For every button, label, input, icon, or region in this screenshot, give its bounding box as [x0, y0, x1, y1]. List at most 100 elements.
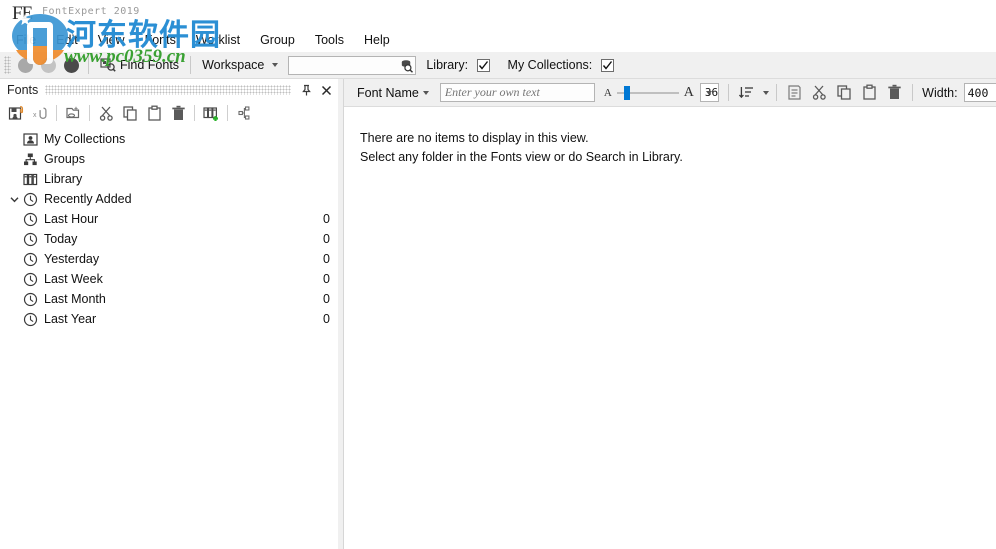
tree-item-label: Last Month	[44, 292, 106, 306]
delete-icon[interactable]	[884, 82, 905, 103]
fonts-panel: Fonts x My Collections Groups Library Re…	[0, 79, 338, 549]
tree-item-last-year[interactable]: Last Year 0	[0, 309, 338, 329]
fonts-tree[interactable]: My Collections Groups Library Recently A…	[0, 125, 338, 329]
properties-icon[interactable]	[784, 82, 805, 103]
tree-expander[interactable]	[6, 171, 22, 187]
panel-drag-area[interactable]	[45, 85, 291, 95]
menu-item-help[interactable]: Help	[354, 30, 400, 50]
font-name-dropdown[interactable]: Font Name	[354, 84, 432, 102]
chevron-down-icon[interactable]	[272, 63, 279, 67]
clock-icon	[22, 251, 38, 267]
clock-icon	[22, 291, 38, 307]
tree-item-count: 0	[323, 252, 330, 266]
remove-link-icon[interactable]: x	[30, 103, 50, 123]
preview-toolbar: Font Name A A 36	[344, 79, 996, 107]
tree-item-library[interactable]: Library	[0, 169, 338, 189]
pin-icon[interactable]	[298, 82, 315, 99]
tree-item-label: Today	[44, 232, 78, 246]
library-checkbox[interactable]	[476, 59, 490, 72]
tree-item-label: Groups	[44, 152, 85, 166]
toolbar-separator	[194, 105, 195, 121]
cut-icon[interactable]	[96, 103, 116, 123]
new-group-icon[interactable]	[63, 103, 83, 123]
toolbar-separator	[56, 105, 57, 121]
menu-item-fonts[interactable]: Fonts	[135, 30, 186, 50]
large-a-label: A	[683, 84, 694, 100]
menu-bar: File Edit View Fonts Worklist Group Tool…	[0, 28, 996, 52]
width-input[interactable]	[963, 83, 996, 102]
font-name-label: Font Name	[357, 85, 419, 100]
tree-item-yesterday[interactable]: Yesterday 0	[0, 249, 338, 269]
tree-item-label: Yesterday	[44, 252, 100, 266]
menu-item-file[interactable]: File	[6, 30, 46, 50]
main-toolbar: Find Fonts Workspace Library: My Collect…	[0, 52, 996, 79]
font-size-combo[interactable]: 36	[699, 83, 720, 102]
search-input[interactable]	[288, 55, 417, 75]
delete-icon[interactable]	[168, 103, 188, 123]
tree-item-recently-added[interactable]: Recently Added	[0, 189, 338, 209]
sample-text-input[interactable]	[439, 83, 595, 102]
sort-dropdown-caret[interactable]	[763, 90, 770, 95]
width-label: Width:	[922, 85, 958, 100]
tree-item-count: 0	[323, 232, 330, 246]
tree-item-last-week[interactable]: Last Week 0	[0, 269, 338, 289]
find-fonts-button[interactable]: Find Fonts	[94, 53, 185, 78]
add-folder-icon[interactable]	[6, 103, 26, 123]
menu-item-group[interactable]: Group	[250, 30, 305, 50]
menu-item-worklist[interactable]: Worklist	[186, 30, 250, 50]
tree-item-label: Last Year	[44, 312, 97, 326]
tree-item-label: Last Hour	[44, 212, 99, 226]
state-circle-1[interactable]	[18, 57, 33, 73]
toolbar-separator	[776, 84, 778, 101]
tree-item-last-month[interactable]: Last Month 0	[0, 289, 338, 309]
fonts-panel-title: Fonts	[7, 83, 39, 97]
menu-item-tools[interactable]: Tools	[305, 30, 354, 50]
tree-expander[interactable]	[6, 151, 22, 167]
menu-item-view[interactable]: View	[88, 30, 135, 50]
fonts-panel-toolbar: x	[0, 101, 338, 125]
toolbar-separator	[728, 84, 730, 101]
add-library-icon[interactable]	[201, 103, 221, 123]
empty-state-line-2: Select any folder in the Fonts view or d…	[360, 150, 683, 164]
sort-icon[interactable]	[736, 82, 757, 103]
tree-item-today[interactable]: Today 0	[0, 229, 338, 249]
font-size-slider[interactable]	[616, 84, 679, 102]
title-bar: FE FontExpert 2019	[0, 0, 996, 28]
tree-expander[interactable]	[6, 131, 22, 147]
copy-icon[interactable]	[834, 82, 855, 103]
toolbar-grip[interactable]	[4, 56, 11, 74]
paste-icon[interactable]	[144, 103, 164, 123]
library-filter: Library:	[426, 58, 490, 72]
tree-item-last-hour[interactable]: Last Hour 0	[0, 209, 338, 229]
chevron-down-icon[interactable]	[422, 90, 429, 95]
tree-item-groups[interactable]: Groups	[0, 149, 338, 169]
my-collections-filter-label: My Collections:	[507, 58, 593, 72]
toolbar-separator	[912, 84, 914, 101]
workspace-button[interactable]: Workspace	[196, 55, 284, 75]
empty-state-line-1: There are no items to display in this vi…	[360, 131, 589, 145]
clock-icon	[22, 231, 38, 247]
empty-state-message: There are no items to display in this vi…	[344, 107, 996, 167]
fonts-panel-header: Fonts	[0, 79, 338, 101]
state-circle-2[interactable]	[41, 57, 56, 73]
close-icon[interactable]	[318, 82, 335, 99]
toolbar-separator	[89, 105, 90, 121]
tree-item-count: 0	[323, 272, 330, 286]
tree-item-count: 0	[323, 212, 330, 226]
library-filter-label: Library:	[426, 58, 469, 72]
menu-item-edit[interactable]: Edit	[46, 30, 88, 50]
paste-icon[interactable]	[859, 82, 880, 103]
cut-icon[interactable]	[809, 82, 830, 103]
hierarchy-icon[interactable]	[234, 103, 254, 123]
my-collections-checkbox[interactable]	[600, 59, 614, 72]
copy-icon[interactable]	[120, 103, 140, 123]
search-library-icon[interactable]	[399, 58, 414, 73]
tree-item-my-collections[interactable]: My Collections	[0, 129, 338, 149]
workspace-label: Workspace	[202, 58, 265, 72]
tree-expander-expanded[interactable]	[6, 191, 22, 207]
app-logo: FE	[12, 3, 33, 24]
slider-thumb[interactable]	[623, 85, 630, 100]
state-circle-3[interactable]	[64, 57, 79, 73]
chevron-down-icon[interactable]	[706, 91, 713, 95]
find-fonts-icon	[100, 56, 116, 75]
